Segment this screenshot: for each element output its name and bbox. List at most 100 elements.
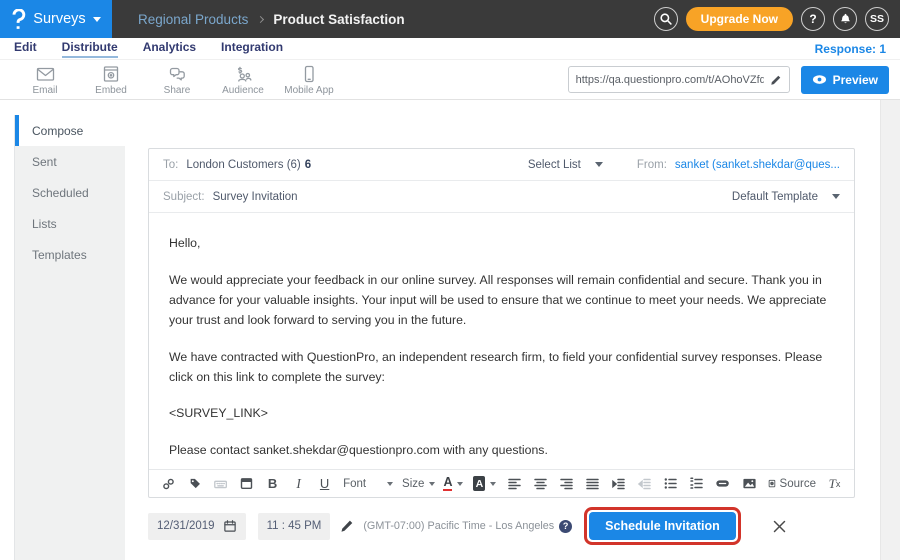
insert-link-icon[interactable] bbox=[161, 474, 176, 494]
keyboard-icon[interactable] bbox=[213, 474, 228, 494]
top-header: Surveys Regional Products Product Satisf… bbox=[0, 0, 900, 38]
schedule-invitation-button[interactable]: Schedule Invitation bbox=[589, 512, 736, 540]
schedule-date-value: 12/31/2019 bbox=[157, 520, 215, 532]
remove-format-x: x bbox=[836, 479, 841, 489]
channel-mobile-app[interactable]: Mobile App bbox=[276, 64, 342, 96]
underline-button[interactable]: U bbox=[317, 474, 332, 494]
search-icon bbox=[659, 12, 673, 26]
from-label: From: bbox=[637, 159, 667, 171]
body-paragraph: We have contracted with QuestionPro, an … bbox=[169, 348, 834, 388]
select-list-label: Select List bbox=[528, 159, 581, 171]
schedule-time-value: 11 : 45 PM bbox=[267, 520, 322, 532]
text-color-button[interactable]: A bbox=[445, 474, 463, 494]
subject-value[interactable]: Survey Invitation bbox=[213, 191, 298, 203]
schedule-date-field[interactable]: 12/31/2019 bbox=[148, 513, 246, 540]
align-left-icon[interactable] bbox=[507, 474, 522, 494]
avatar[interactable]: SS bbox=[865, 7, 889, 31]
schedule-time-field[interactable]: 11 : 45 PM bbox=[258, 513, 331, 540]
indent-increase-icon[interactable] bbox=[611, 474, 626, 494]
body-paragraph: We would appreciate your feedback in our… bbox=[169, 271, 834, 331]
email-compose-panel: To: London Customers (6) 6 Select List F… bbox=[148, 148, 855, 498]
align-center-icon[interactable] bbox=[533, 474, 548, 494]
upgrade-now-button[interactable]: Upgrade Now bbox=[686, 7, 793, 31]
rich-text-toolbar: B I U Font Size A A bbox=[149, 469, 854, 497]
chevron-down-icon bbox=[490, 482, 496, 486]
schedule-controls: 12/31/2019 11 : 45 PM (GMT-07:00) Pacifi… bbox=[148, 509, 787, 543]
indent-decrease-icon[interactable] bbox=[637, 474, 652, 494]
numbered-list-icon[interactable] bbox=[689, 474, 704, 494]
channel-share-label: Share bbox=[164, 85, 191, 96]
tab-edit[interactable]: Edit bbox=[14, 40, 37, 58]
preview-label: Preview bbox=[833, 73, 878, 87]
chevron-down-icon bbox=[429, 482, 435, 486]
timezone-help-icon[interactable]: ? bbox=[559, 520, 572, 533]
bold-button[interactable]: B bbox=[265, 474, 280, 494]
bulleted-list-icon[interactable] bbox=[663, 474, 678, 494]
body-paragraph: Please contact sanket.shekdar@questionpr… bbox=[169, 441, 834, 461]
channel-audience-label: Audience bbox=[222, 85, 264, 96]
italic-button[interactable]: I bbox=[291, 474, 306, 494]
response-count[interactable]: Response: 1 bbox=[815, 42, 886, 56]
align-justify-icon[interactable] bbox=[585, 474, 600, 494]
header-actions: Upgrade Now ? SS bbox=[654, 7, 900, 31]
link-pill-icon[interactable] bbox=[715, 474, 730, 494]
fill-color-glyph: A bbox=[473, 476, 485, 491]
share-icon bbox=[167, 64, 188, 84]
font-size-dropdown[interactable]: Size bbox=[404, 474, 434, 494]
body-paragraph: Hello, bbox=[169, 234, 834, 254]
question-mark-icon: ? bbox=[809, 12, 816, 26]
fill-color-button[interactable]: A bbox=[473, 474, 496, 494]
sidebar-item-templates[interactable]: Templates bbox=[15, 239, 125, 270]
close-icon[interactable] bbox=[772, 519, 787, 534]
embed-icon bbox=[101, 64, 121, 84]
channel-share[interactable]: Share bbox=[144, 64, 210, 96]
sidebar-item-scheduled[interactable]: Scheduled bbox=[15, 177, 125, 208]
breadcrumb-current: Product Satisfaction bbox=[273, 12, 404, 27]
tab-distribute[interactable]: Distribute bbox=[62, 40, 118, 58]
font-family-dropdown[interactable]: Font bbox=[343, 474, 393, 494]
source-button[interactable]: Source bbox=[768, 474, 816, 494]
distribute-channel-toolbar: Email Embed Share Audience Mobile App bbox=[0, 60, 900, 100]
preview-button[interactable]: Preview bbox=[801, 66, 889, 94]
survey-url-field[interactable]: https://qa.questionpro.com/t/AOhoVZfqml bbox=[568, 66, 790, 93]
scrollbar-track[interactable] bbox=[880, 100, 900, 560]
search-button[interactable] bbox=[654, 7, 678, 31]
select-list-dropdown[interactable]: Select List bbox=[528, 159, 603, 171]
panel-template-icon[interactable] bbox=[239, 474, 254, 494]
breadcrumb-parent-link[interactable]: Regional Products bbox=[138, 12, 248, 27]
channel-mobile-app-label: Mobile App bbox=[284, 85, 333, 96]
edit-time-pencil-icon[interactable] bbox=[340, 519, 354, 533]
sidebar-item-sent[interactable]: Sent bbox=[15, 146, 125, 177]
remove-format-t: T bbox=[829, 476, 836, 492]
channel-audience[interactable]: Audience bbox=[210, 64, 276, 96]
help-button[interactable]: ? bbox=[801, 7, 825, 31]
tab-analytics[interactable]: Analytics bbox=[143, 40, 196, 58]
notifications-button[interactable] bbox=[833, 7, 857, 31]
sidebar-item-compose[interactable]: Compose bbox=[15, 115, 125, 146]
breadcrumb-chevron-icon bbox=[257, 15, 264, 22]
calendar-icon bbox=[223, 519, 237, 533]
font-dropdown-label: Font bbox=[343, 478, 366, 490]
email-sidebar: Compose Sent Scheduled Lists Templates bbox=[14, 115, 125, 560]
surveys-product-menu[interactable]: Surveys bbox=[0, 0, 112, 38]
channel-email[interactable]: Email bbox=[12, 64, 78, 96]
merge-tag-icon[interactable] bbox=[187, 474, 202, 494]
eye-icon bbox=[812, 74, 827, 85]
remove-format-button[interactable]: Tx bbox=[827, 474, 842, 494]
from-sender[interactable]: sanket (sanket.shekdar@ques... bbox=[675, 159, 840, 171]
channel-embed[interactable]: Embed bbox=[78, 64, 144, 96]
surveys-menu-label: Surveys bbox=[33, 11, 85, 27]
survey-tabs: Edit Distribute Analytics Integration Re… bbox=[0, 38, 900, 60]
to-recipient-list[interactable]: London Customers (6) bbox=[186, 159, 300, 171]
size-dropdown-label: Size bbox=[402, 478, 424, 490]
email-body-editor[interactable]: Hello, We would appreciate your feedback… bbox=[149, 213, 854, 469]
template-dropdown[interactable]: Default Template bbox=[732, 191, 840, 203]
to-recipient-count[interactable]: 6 bbox=[305, 159, 311, 171]
sidebar-item-lists[interactable]: Lists bbox=[15, 208, 125, 239]
align-right-icon[interactable] bbox=[559, 474, 574, 494]
schedule-invitation-highlight: Schedule Invitation bbox=[584, 507, 741, 545]
tab-integration[interactable]: Integration bbox=[221, 40, 283, 58]
insert-image-icon[interactable] bbox=[742, 474, 757, 494]
subject-label: Subject: bbox=[163, 191, 205, 203]
edit-url-pencil-icon[interactable] bbox=[770, 74, 782, 86]
